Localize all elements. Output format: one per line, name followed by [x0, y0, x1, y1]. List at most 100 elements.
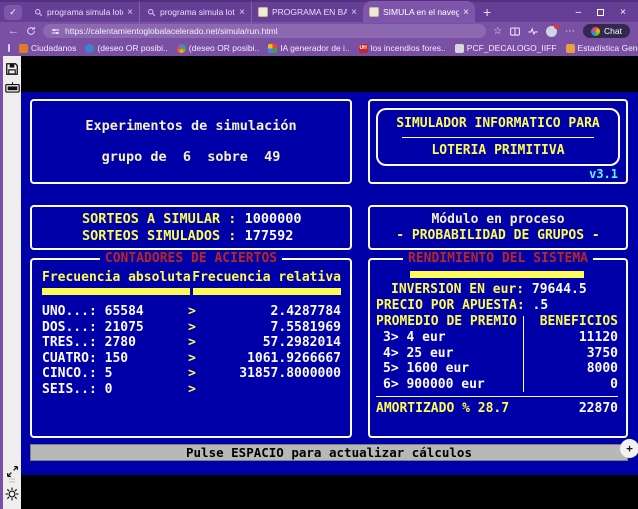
- browser-essentials-icon[interactable]: [528, 27, 538, 36]
- bookmark-incendios[interactable]: UH los incendios fores..: [359, 43, 446, 53]
- contadores-title: CONTADORES DE ACIERTOS: [100, 251, 282, 266]
- toolbar-icons: ☆ ⋯ Chat: [493, 24, 630, 38]
- inversion-line: INVERSION EN eur: 79644.5: [376, 282, 618, 298]
- tab-title: programa simula loteria primitiva: [47, 7, 123, 17]
- table-row: 3> 4 eur11120: [376, 330, 618, 346]
- table-row: CINCO.: 5>31857.8000000: [42, 366, 341, 382]
- bookmark-pcf-decalogo[interactable]: PCF_DECALOGO_IIFF: [455, 43, 557, 53]
- bookmark-window-icon[interactable]: [8, 44, 10, 52]
- favorite-star-icon[interactable]: ☆: [493, 26, 502, 37]
- close-icon[interactable]: ×: [351, 7, 357, 18]
- table-row: TRES..: 2780>57.2982014: [42, 335, 341, 351]
- column-divider: [523, 316, 524, 392]
- tab-actions-button[interactable]: ✓: [4, 5, 22, 20]
- table-row: CUATRO: 150>1061.9266667: [42, 351, 341, 367]
- virtual-controls-button[interactable]: +: [620, 439, 638, 458]
- minimize-button[interactable]: –: [576, 7, 582, 18]
- tab-search-2[interactable]: programa simula loteria primitiva ×: [139, 1, 251, 23]
- page-favicon: [369, 7, 379, 17]
- header-underline-bars: [42, 288, 341, 295]
- new-tab-button[interactable]: +: [483, 4, 491, 20]
- document-favicon: [455, 44, 464, 53]
- check-icon: ✓: [9, 7, 17, 18]
- address-bar[interactable]: https://calentamientoglobalacelerado.net…: [43, 24, 486, 38]
- experiments-panel: Experimentos de simulación grupo de 6 so…: [30, 99, 352, 184]
- sorteos-panel: SORTEOS A SIMULAR : 1000000 SORTEOS SIMU…: [30, 205, 352, 250]
- simulator-title-line2: LOTERIA PRIMITIVA: [431, 143, 564, 158]
- window-close-button[interactable]: ×: [620, 7, 626, 18]
- tab-title: PROGRAMA EN BASIC SIMULADOR L: [272, 7, 347, 17]
- experiments-line2: grupo de 6 sobre 49: [32, 149, 350, 165]
- sorteos-simulados-line: SORTEOS SIMULADOS : 177592: [82, 228, 350, 245]
- sorteos-a-simular-line: SORTEOS A SIMULAR : 1000000: [82, 211, 350, 228]
- version-label: v3.1: [589, 167, 618, 181]
- globe-favicon: [177, 44, 186, 53]
- search-icon: [33, 7, 43, 17]
- experiments-line1: Experimentos de simulación: [32, 118, 350, 134]
- rail-extension-icon: [9, 478, 16, 484]
- address-toolbar: ← https://calentamientoglobalacelerado.n…: [0, 22, 638, 40]
- simulator-title-panel: SIMULADOR INFORMATICO PARA LOTERIA PRIMI…: [368, 99, 628, 184]
- modulo-panel: Módulo en proceso - PROBABILIDAD DE GRUP…: [368, 205, 628, 250]
- split-screen-icon[interactable]: [510, 27, 520, 36]
- bookmark-estadistica[interactable]: Estadística General..: [566, 43, 638, 53]
- simulator-title-inner-box: SIMULADOR INFORMATICO PARA LOTERIA PRIMI…: [376, 108, 620, 166]
- table-row: DOS...: 21075>7.5581969: [42, 320, 341, 336]
- contadores-headers: Frecuencia absolutaFrecuencia relativa: [42, 270, 341, 285]
- premios-table: PROMEDIO DE PREMIOBENEFICIOS 3> 4 eur111…: [376, 314, 618, 392]
- profile-avatar[interactable]: [546, 26, 557, 37]
- settings-gear-icon[interactable]: [5, 487, 19, 501]
- chat-label: Chat: [604, 26, 622, 36]
- window-controls: – ×: [576, 7, 638, 18]
- tab-bar: ✓ programa simula loteria primitiva × pr…: [0, 0, 638, 22]
- more-menu-icon[interactable]: ⋯: [565, 26, 575, 37]
- close-icon[interactable]: ×: [127, 7, 133, 18]
- bookmark-favicon: [268, 44, 277, 53]
- table-row: UNO...: 65584>2.4287784: [42, 304, 341, 320]
- back-button[interactable]: ←: [8, 26, 19, 37]
- contadores-panel: CONTADORES DE ACIERTOS Frecuencia absolu…: [30, 258, 352, 438]
- close-icon[interactable]: ×: [239, 7, 245, 18]
- amortizado-line: AMORTIZADO % 28.722870: [376, 397, 618, 421]
- search-icon: [146, 7, 156, 17]
- bookmark-ia-generador[interactable]: IA generador de i..: [268, 43, 349, 53]
- maximize-button[interactable]: [597, 9, 604, 16]
- close-icon[interactable]: ×: [463, 7, 469, 18]
- status-text: Pulse ESPACIO para actualizar cálculos: [186, 445, 472, 460]
- bookmark-favicon: [566, 44, 575, 53]
- tab-basic-program[interactable]: PROGRAMA EN BASIC SIMULADOR L ×: [251, 1, 363, 23]
- status-bar: Pulse ESPACIO para actualizar cálculos: [30, 444, 628, 461]
- url-text: https://calentamientoglobalacelerado.net…: [65, 26, 278, 36]
- rendimiento-panel: RENDIMIENTO DEL SISTEMA INVERSION EN eur…: [368, 258, 628, 438]
- tab-search-1[interactable]: programa simula loteria primitiva ×: [27, 1, 139, 23]
- keyboard-icon[interactable]: [5, 82, 20, 93]
- tab-title: programa simula loteria primitiva: [160, 7, 235, 17]
- table-row: 5> 1600 eur8000: [376, 361, 618, 377]
- precio-line: PRECIO POR APUESTA: .5: [376, 298, 618, 314]
- bookmark-favicon: [19, 44, 28, 53]
- title-underline-bar: [410, 271, 584, 278]
- refresh-button[interactable]: [26, 26, 36, 36]
- fullscreen-expand-icon[interactable]: [6, 465, 19, 478]
- simulator-title-line1: SIMULADOR INFORMATICO PARA: [396, 116, 600, 131]
- table-row: SEIS..: 0>: [42, 382, 341, 398]
- uh-favicon: UH: [359, 44, 368, 53]
- rendimiento-title: RENDIMIENTO DEL SISTEMA: [403, 251, 593, 266]
- table-row: 6> 900000 eur0: [376, 377, 618, 393]
- dos-simulator-screen: Experimentos de simulación grupo de 6 so…: [21, 92, 638, 475]
- save-icon[interactable]: [5, 62, 19, 76]
- tab-simula-active[interactable]: SIMULA en el navegador ×: [363, 1, 475, 23]
- copilot-logo-icon: [591, 27, 600, 36]
- divider: [402, 137, 594, 138]
- bookmark-deseo-2[interactable]: (deseo OR posibi..: [177, 43, 259, 53]
- copilot-chat-button[interactable]: Chat: [583, 24, 630, 38]
- bookmarks-bar: Ciudadanos (deseo OR posibi.. (deseo OR …: [0, 40, 638, 56]
- page-favicon: [258, 7, 268, 17]
- bookmark-deseo-1[interactable]: (deseo OR posibi..: [85, 43, 167, 53]
- modulo-line1: Módulo en proceso: [370, 212, 626, 228]
- tab-title: SIMULA en el navegador: [383, 7, 459, 17]
- left-rail: [0, 56, 21, 509]
- site-info-icon[interactable]: [51, 27, 60, 36]
- bookmark-favicon: [85, 44, 94, 53]
- bookmark-ciudadanos[interactable]: Ciudadanos: [19, 43, 76, 53]
